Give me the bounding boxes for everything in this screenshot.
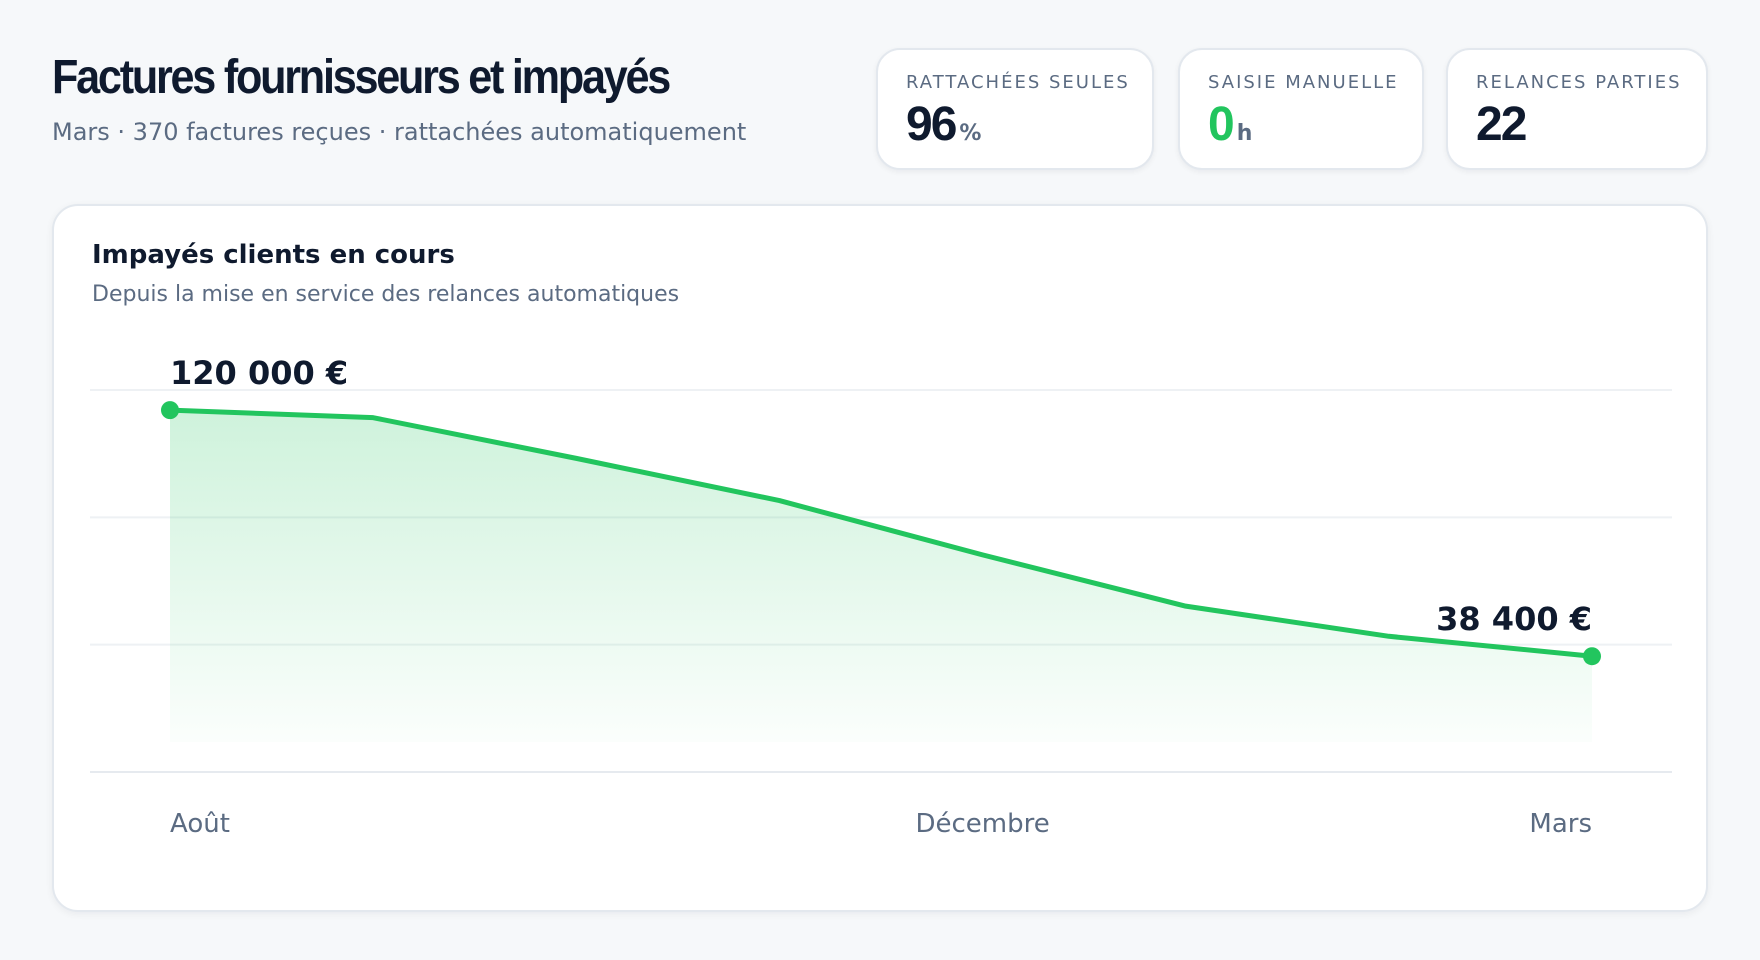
- kpi-label: RATTACHÉES SEULES: [906, 72, 1130, 93]
- series-area: [170, 410, 1592, 772]
- x-tick-label: Mars: [1529, 809, 1592, 839]
- data-point-marker: [161, 401, 179, 420]
- kpi-card-rattachees: RATTACHÉES SEULES 96%: [876, 48, 1154, 170]
- kpi-number: 0: [1208, 98, 1235, 151]
- x-tick-label: Août: [170, 809, 230, 839]
- kpi-value: 22: [1476, 99, 1678, 161]
- kpi-label: SAISIE MANUELLE: [1208, 72, 1399, 93]
- x-tick-label: Décembre: [915, 809, 1049, 839]
- kpi-number: 96: [906, 98, 957, 151]
- kpi-unit: h: [1236, 121, 1253, 146]
- kpi-number: 22: [1476, 98, 1527, 151]
- kpi-unit: %: [959, 121, 982, 146]
- kpi-card-relances: RELANCES PARTIES 22: [1446, 48, 1708, 170]
- data-label: 38 400 €: [1436, 600, 1592, 638]
- kpi-value: 96%: [906, 99, 1124, 161]
- kpi-label: RELANCES PARTIES: [1476, 72, 1682, 93]
- outstanding-chart: 120 000 € 38 400 € Août Décembre Mars: [90, 354, 1672, 839]
- data-point-marker: [1583, 647, 1601, 666]
- page-header: Factures fournisseurs et impayés Mars · …: [52, 50, 746, 146]
- kpi-value: 0h: [1208, 99, 1394, 161]
- kpi-card-saisie: SAISIE MANUELLE 0h: [1178, 48, 1424, 170]
- page-subtitle: Mars · 370 factures reçues · rattachées …: [52, 118, 747, 146]
- dashboard-page: Factures fournisseurs et impayés Mars · …: [0, 0, 1760, 960]
- chart-card: Impayés clients en cours Depuis la mise …: [52, 204, 1708, 912]
- page-title: Factures fournisseurs et impayés: [52, 51, 671, 104]
- data-label: 120 000 €: [170, 354, 348, 392]
